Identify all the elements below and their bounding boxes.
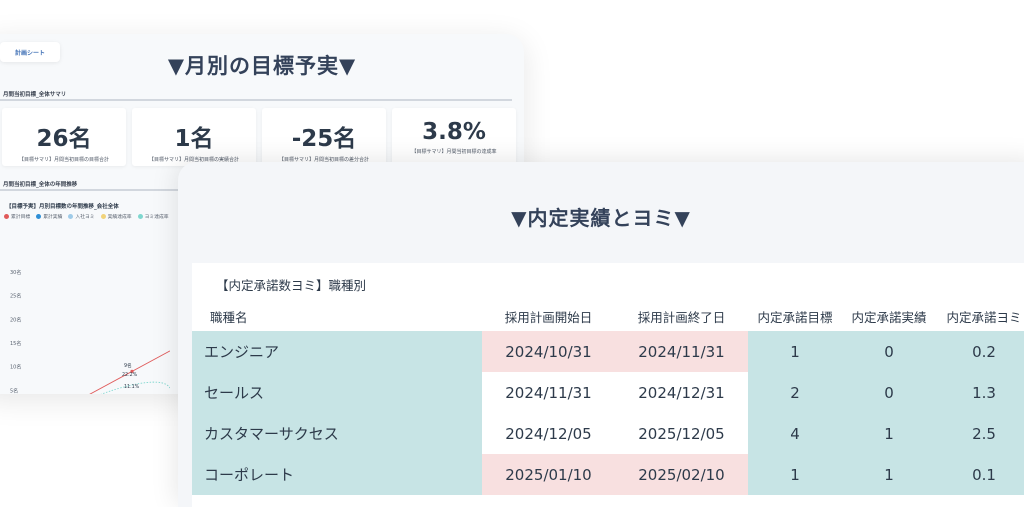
chart-legend: 累計目標 累計実績 入社ヨミ 実績達成率 ヨミ達成率: [4, 213, 169, 220]
y-tick-label: 5名: [10, 387, 18, 394]
y-tick-label: 15名: [10, 340, 21, 347]
legend-item: ヨミ達成率: [137, 213, 169, 220]
kpi-value: -25名: [291, 126, 357, 152]
target-cell: 1: [748, 331, 842, 372]
col-header-forecast[interactable]: 内定承諾ヨミ: [936, 301, 1024, 331]
kpi-label: 【目標サマリ】月間当初目標の達成率: [411, 149, 497, 155]
trend-section-label: 月間当初目標_全体の年間推移: [3, 182, 78, 188]
actual-cell: 0: [842, 331, 936, 372]
legend-dot-icon: [4, 214, 9, 219]
col-header-start[interactable]: 採用計画開始日: [482, 301, 615, 331]
chart-title: 【目標予実】月別目標数の年間推移_会社全体: [6, 204, 119, 210]
data-point-label: 11.1%: [124, 384, 140, 390]
legend-item: 累計目標: [4, 213, 30, 220]
y-tick-label: 10名: [10, 364, 21, 371]
monthly-trend-chart: 30名25名20名15名10名5名0名0名1名0名9名22.2%11.1%1名 2…: [10, 269, 170, 394]
target-cell: 4: [748, 413, 842, 454]
kpi-card-actual: 1名 【目標サマリ】月間当初目標の実績合計: [132, 108, 256, 166]
kpi-card-diff: -25名 【目標サマリ】月間当初目標の差分合計: [262, 108, 386, 166]
end-date-cell: 2025/12/05: [615, 413, 748, 454]
offer-forecast-card: ▼内定実績とヨミ▼ 【内定承諾数ヨミ】職種別 職種名 採用計画開始日 採用計画終…: [178, 162, 1024, 507]
start-date-cell: 2025/01/10: [482, 454, 615, 495]
kpi-card-target: 26名 【目標サマリ】月間当初目標の目標合計: [2, 108, 126, 166]
table-row[interactable]: カスタマーサクセス 2024/12/05 2025/12/05 4 1 2.5: [192, 413, 1024, 454]
actual-cell: 1: [842, 413, 936, 454]
forecast-rate-line: [100, 381, 170, 394]
job-name-cell: セールス: [192, 372, 482, 413]
end-date-cell: 2024/12/31: [615, 372, 748, 413]
legend-dot-icon: [137, 214, 143, 219]
legend-item: 累計実績: [36, 213, 62, 220]
legend-dot-icon: [100, 214, 106, 219]
table-row[interactable]: エンジニア 2024/10/31 2024/11/31 1 0 0.2: [192, 331, 1024, 372]
col-header-target[interactable]: 内定承諾目標: [748, 301, 842, 331]
forecast-cell: 0.1: [936, 454, 1024, 495]
monthly-target-title: ▼月別の目標予実▼: [167, 54, 357, 78]
job-name-cell: エンジニア: [192, 331, 482, 372]
legend-label: 累計目標: [11, 215, 31, 220]
forecast-cell: 1.3: [936, 372, 1024, 413]
table-row[interactable]: セールス 2024/11/31 2024/12/31 2 0 1.3: [192, 372, 1024, 413]
end-date-cell: 2024/11/31: [615, 331, 748, 372]
job-name-cell: コーポレート: [192, 454, 482, 495]
start-date-cell: 2024/11/31: [482, 372, 615, 413]
legend-dot-icon: [36, 214, 42, 219]
kpi-label: 【目標サマリ】月間当初目標の目標合計: [18, 157, 109, 163]
legend-item: 入社ヨミ: [68, 213, 95, 220]
legend-dot-icon: [68, 214, 74, 219]
summary-divider: [0, 99, 512, 101]
legend-label: 入社ヨミ: [75, 215, 95, 220]
legend-label: 実績達成率: [107, 215, 132, 220]
end-date-cell: 2025/02/10: [615, 454, 748, 495]
col-header-actual[interactable]: 内定承諾実績: [842, 301, 936, 331]
y-tick-label: 20名: [10, 316, 21, 323]
start-date-cell: 2024/10/31: [482, 331, 615, 372]
summary-section-label: 月間当初目標_全体サマリ: [3, 92, 67, 98]
legend-label: 累計実績: [43, 215, 63, 220]
kpi-card-rate: 3.8% 【目標サマリ】月間当初目標の達成率: [392, 108, 516, 166]
kpi-value: 26名: [36, 126, 92, 152]
y-tick-label: 25名: [10, 293, 21, 300]
actual-cell: 0: [842, 372, 936, 413]
data-point-label: 22.2%: [122, 372, 138, 378]
panel-title: 【内定承諾数ヨミ】職種別: [216, 278, 367, 293]
offer-forecast-title: ▼内定実績とヨミ▼: [511, 206, 691, 230]
legend-label: ヨミ達成率: [144, 215, 169, 220]
job-name-cell: カスタマーサクセス: [192, 413, 482, 454]
table-header-row: 職種名 採用計画開始日 採用計画終了日 内定承諾目標 内定承諾実績 内定承諾ヨミ: [192, 301, 1024, 331]
kpi-value: 1名: [174, 126, 214, 152]
forecast-cell: 0.2: [936, 331, 1024, 372]
target-series-line: [89, 350, 170, 394]
offer-forecast-panel: 【内定承諾数ヨミ】職種別 職種名 採用計画開始日 採用計画終了日 内定承諾目標 …: [192, 263, 1024, 507]
data-point-label: 9名: [124, 362, 132, 369]
col-header-job[interactable]: 職種名: [192, 301, 482, 331]
table-row[interactable]: コーポレート 2025/01/10 2025/02/10 1 1 0.1: [192, 454, 1024, 495]
legend-item: 実績達成率: [100, 213, 132, 220]
y-tick-label: 30名: [10, 269, 21, 276]
col-header-end[interactable]: 採用計画終了日: [615, 301, 748, 331]
kpi-value: 3.8%: [422, 119, 486, 145]
offer-forecast-table: 職種名 採用計画開始日 採用計画終了日 内定承諾目標 内定承諾実績 内定承諾ヨミ…: [192, 301, 1024, 495]
actual-cell: 1: [842, 454, 936, 495]
target-cell: 2: [748, 372, 842, 413]
forecast-cell: 2.5: [936, 413, 1024, 454]
target-cell: 1: [748, 454, 842, 495]
start-date-cell: 2024/12/05: [482, 413, 615, 454]
